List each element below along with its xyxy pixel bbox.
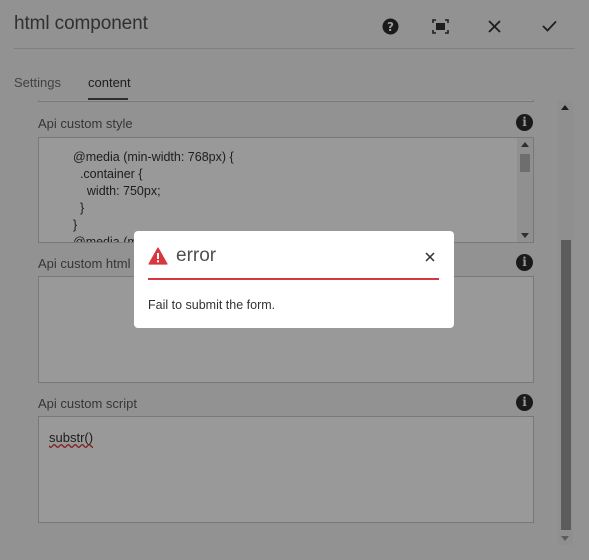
error-dialog: error Fail to submit the form. [134,231,454,328]
error-message: Fail to submit the form. [148,298,276,312]
error-dialog-rule [148,278,439,280]
error-dialog-title: error [176,245,217,266]
alert-icon [148,247,168,265]
error-dialog-close-button[interactable] [422,249,438,265]
close-icon [425,252,435,262]
